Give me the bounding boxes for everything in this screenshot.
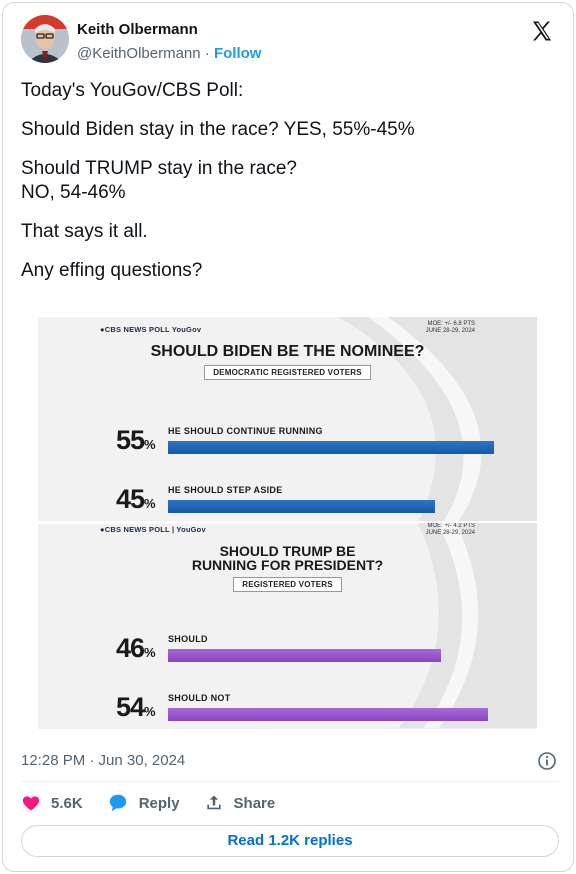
tweet-card: Keith Olbermann @KeithOlbermann · Follow… — [2, 2, 574, 872]
bar-label: SHOULD — [168, 634, 208, 644]
tweet-paragraph: Should Biden stay in the race? YES, 55%-… — [21, 119, 415, 140]
tweet-text: Today's YouGov/CBS Poll: Should Biden st… — [21, 79, 561, 298]
share-icon — [206, 795, 221, 810]
biden-poll-panel: ●CBS NEWS POLL YouGov MOE: +/- 6.8 PTS J… — [38, 317, 537, 522]
pct-value: 54% — [116, 692, 156, 722]
tweet-paragraph: Any effing questions? — [21, 260, 203, 281]
share-button[interactable]: Share — [204, 793, 276, 813]
author-handle[interactable]: @KeithOlbermann — [77, 45, 201, 62]
pct-value: 45% — [116, 484, 156, 514]
poll-bar — [168, 649, 441, 662]
bar-label: SHOULD NOT — [168, 693, 231, 703]
bar-label: HE SHOULD CONTINUE RUNNING — [168, 426, 323, 436]
like-button[interactable]: 5.6K — [21, 793, 83, 813]
poll-bar — [168, 441, 494, 454]
poll-bar — [168, 500, 435, 513]
avatar[interactable] — [21, 15, 69, 63]
reply-button[interactable]: Reply — [107, 792, 180, 814]
timestamp[interactable]: 12:28 PM · Jun 30, 2024 — [21, 752, 185, 769]
trump-poll-panel: ●CBS NEWS POLL | YouGov MOE: +/- 4.2 PTS… — [38, 523, 537, 728]
reply-bubble-icon — [109, 794, 126, 812]
poll-subtitle: REGISTERED VOTERS — [38, 574, 537, 592]
poll-brand: ●CBS NEWS POLL YouGov — [100, 325, 202, 334]
author-handle-row: @KeithOlbermann · Follow — [77, 45, 261, 62]
x-logo-icon[interactable] — [530, 19, 554, 43]
pct-value: 55% — [116, 425, 156, 455]
action-bar: 5.6K Reply Share — [21, 791, 299, 815]
poll-title: SHOULD BIDEN BE THE NOMINEE? — [150, 343, 425, 360]
poll-brand: ●CBS NEWS POLL | YouGov — [100, 525, 206, 534]
reply-label: Reply — [138, 794, 180, 812]
tweet-paragraph: Should TRUMP stay in the race? NO, 54-46… — [21, 158, 297, 203]
follow-button[interactable]: Follow — [214, 45, 262, 62]
tweet-paragraph: Today's YouGov/CBS Poll: — [21, 80, 244, 101]
like-count: 5.6K — [51, 794, 83, 812]
pct-value: 46% — [116, 633, 156, 663]
bar-label: HE SHOULD STEP ASIDE — [168, 485, 283, 495]
info-icon[interactable] — [537, 751, 557, 771]
poll-image[interactable]: ●CBS NEWS POLL YouGov MOE: +/- 6.8 PTS J… — [38, 317, 537, 729]
heart-icon — [22, 796, 40, 811]
share-label: Share — [233, 794, 276, 812]
handle-separator: · — [204, 45, 210, 62]
poll-subtitle: DEMOCRATIC REGISTERED VOTERS — [38, 362, 537, 380]
read-replies-button[interactable]: Read 1.2K replies — [21, 825, 559, 857]
divider — [21, 781, 559, 782]
poll-moe: MOE: +/- 6.8 PTS JUNE 28-29, 2024 — [425, 321, 475, 334]
author-name[interactable]: Keith Olbermann — [77, 21, 198, 38]
tweet-paragraph: That says it all. — [21, 221, 148, 242]
poll-bar — [168, 708, 488, 721]
poll-moe: MOE: +/- 4.2 PTS JUNE 28-29, 2024 — [425, 523, 475, 536]
poll-title: SHOULD TRUMP BE RUNNING FOR PRESIDENT? — [191, 543, 384, 573]
